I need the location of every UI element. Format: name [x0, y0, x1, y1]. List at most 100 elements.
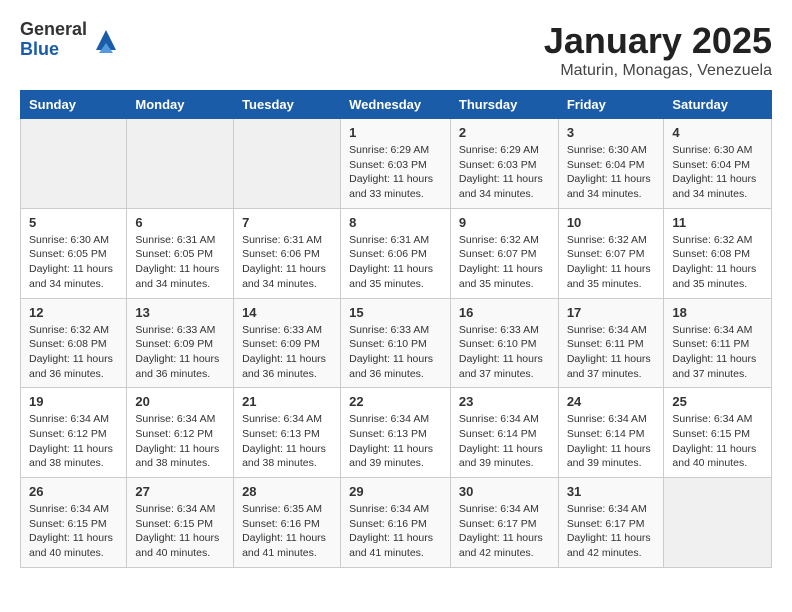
day-number: 6 — [135, 215, 225, 230]
day-cell: 20 Sunrise: 6:34 AM Sunset: 6:12 PM Dayli… — [127, 388, 234, 478]
day-cell: 9Sunrise: 6:32 AM Sunset: 6:07 PM Daylig… — [450, 208, 558, 298]
day-info: Sunrise: 6:34 AM Sunset: 6:17 PM Dayligh… — [459, 502, 550, 561]
day-cell: 10Sunrise: 6:32 AM Sunset: 6:07 PM Dayli… — [558, 208, 664, 298]
day-info: Sunrise: 6:34 AM Sunset: 6:12 PM Dayligh… — [29, 412, 118, 471]
day-info: Sunrise: 6:34 AM Sunset: 6:11 PM Dayligh… — [567, 323, 656, 382]
week-row-4: 19Sunrise: 6:34 AM Sunset: 6:12 PM Dayli… — [21, 388, 772, 478]
logo: General Blue — [20, 20, 121, 60]
weekday-header-saturday: Saturday — [664, 91, 772, 119]
day-cell: 19Sunrise: 6:34 AM Sunset: 6:12 PM Dayli… — [21, 388, 127, 478]
day-cell: 4 Sunrise: 6:30 AM Sunset: 6:04 PM Daylig… — [664, 119, 772, 209]
day-info: Sunrise: 6:31 AM Sunset: 6:06 PM Dayligh… — [349, 233, 442, 292]
location-subtitle: Maturin, Monagas, Venezuela — [544, 62, 772, 80]
day-cell: 29 Sunrise: 6:34 AM Sunset: 6:16 PM Dayli… — [341, 478, 451, 568]
day-number: 1 — [349, 125, 442, 140]
logo-general-text: General — [20, 20, 87, 40]
day-info: Sunrise: 6:30 AM Sunset: 6:04 PM Dayligh… — [567, 143, 656, 202]
day-cell: 28Sunrise: 6:35 AM Sunset: 6:16 PM Dayli… — [234, 478, 341, 568]
day-number: 4 — [672, 125, 763, 140]
day-number: 14 — [242, 305, 332, 320]
day-info: Sunrise: 6:34 AM Sunset: 6:11 PM Dayligh… — [672, 323, 763, 382]
day-cell: 5 Sunrise: 6:30 AM Sunset: 6:05 PM Daylig… — [21, 208, 127, 298]
weekday-header-row: SundayMondayTuesdayWednesdayThursdayFrid… — [21, 91, 772, 119]
day-info: Sunrise: 6:30 AM Sunset: 6:04 PM Dayligh… — [672, 143, 763, 202]
day-number: 8 — [349, 215, 442, 230]
weekday-header-tuesday: Tuesday — [234, 91, 341, 119]
day-number: 10 — [567, 215, 656, 230]
day-info: Sunrise: 6:31 AM Sunset: 6:06 PM Dayligh… — [242, 233, 332, 292]
day-cell: 25 Sunrise: 6:34 AM Sunset: 6:15 PM Dayli… — [664, 388, 772, 478]
day-number: 27 — [135, 484, 225, 499]
day-info: Sunrise: 6:32 AM Sunset: 6:07 PM Dayligh… — [459, 233, 550, 292]
page-header: General Blue January 2025 Maturin, Monag… — [20, 20, 772, 80]
day-info: Sunrise: 6:34 AM Sunset: 6:14 PM Dayligh… — [459, 412, 550, 471]
day-info: Sunrise: 6:33 AM Sunset: 6:09 PM Dayligh… — [242, 323, 332, 382]
week-row-5: 26 Sunrise: 6:34 AM Sunset: 6:15 PM Dayli… — [21, 478, 772, 568]
day-number: 31 — [567, 484, 656, 499]
day-cell: 21 Sunrise: 6:34 AM Sunset: 6:13 PM Dayli… — [234, 388, 341, 478]
day-cell: 13 Sunrise: 6:33 AM Sunset: 6:09 PM Dayli… — [127, 298, 234, 388]
day-cell: 7 Sunrise: 6:31 AM Sunset: 6:06 PM Daylig… — [234, 208, 341, 298]
day-number: 17 — [567, 305, 656, 320]
day-cell: 26Sunrise: 6:34 AM Sunset: 6:15 PM Dayli… — [21, 478, 127, 568]
day-cell: 23 Sunrise: 6:34 AM Sunset: 6:14 PM Dayli… — [450, 388, 558, 478]
day-info: Sunrise: 6:34 AM Sunset: 6:15 PM Dayligh… — [135, 502, 225, 561]
day-number: 2 — [459, 125, 550, 140]
day-number: 7 — [242, 215, 332, 230]
week-row-2: 5 Sunrise: 6:30 AM Sunset: 6:05 PM Daylig… — [21, 208, 772, 298]
day-info: Sunrise: 6:29 AM Sunset: 6:03 PM Dayligh… — [349, 143, 442, 202]
day-info: Sunrise: 6:34 AM Sunset: 6:13 PM Dayligh… — [242, 412, 332, 471]
day-cell: 14 Sunrise: 6:33 AM Sunset: 6:09 PM Dayli… — [234, 298, 341, 388]
day-number: 22 — [349, 394, 442, 409]
day-info: Sunrise: 6:31 AM Sunset: 6:05 PM Dayligh… — [135, 233, 225, 292]
day-number: 12 — [29, 305, 118, 320]
day-cell: 8 Sunrise: 6:31 AM Sunset: 6:06 PM Daylig… — [341, 208, 451, 298]
day-number: 30 — [459, 484, 550, 499]
day-info: Sunrise: 6:33 AM Sunset: 6:10 PM Dayligh… — [459, 323, 550, 382]
day-cell: 17 Sunrise: 6:34 AM Sunset: 6:11 PM Dayli… — [558, 298, 664, 388]
day-cell: 1 Sunrise: 6:29 AM Sunset: 6:03 PM Daylig… — [341, 119, 451, 209]
calendar-table: SundayMondayTuesdayWednesdayThursdayFrid… — [20, 90, 772, 568]
day-number: 26 — [29, 484, 118, 499]
weekday-header-wednesday: Wednesday — [341, 91, 451, 119]
day-cell: 11Sunrise: 6:32 AM Sunset: 6:08 PM Dayli… — [664, 208, 772, 298]
day-cell — [127, 119, 234, 209]
day-info: Sunrise: 6:34 AM Sunset: 6:15 PM Dayligh… — [672, 412, 763, 471]
day-number: 23 — [459, 394, 550, 409]
day-number: 11 — [672, 215, 763, 230]
day-number: 15 — [349, 305, 442, 320]
day-number: 13 — [135, 305, 225, 320]
day-info: Sunrise: 6:32 AM Sunset: 6:08 PM Dayligh… — [29, 323, 118, 382]
month-title: January 2025 — [544, 20, 772, 62]
day-number: 18 — [672, 305, 763, 320]
day-cell: 15 Sunrise: 6:33 AM Sunset: 6:10 PM Dayli… — [341, 298, 451, 388]
weekday-header-sunday: Sunday — [21, 91, 127, 119]
day-cell — [21, 119, 127, 209]
day-info: Sunrise: 6:34 AM Sunset: 6:12 PM Dayligh… — [135, 412, 225, 471]
week-row-3: 12 Sunrise: 6:32 AM Sunset: 6:08 PM Dayli… — [21, 298, 772, 388]
day-cell: 22 Sunrise: 6:34 AM Sunset: 6:13 PM Dayli… — [341, 388, 451, 478]
day-info: Sunrise: 6:34 AM Sunset: 6:14 PM Dayligh… — [567, 412, 656, 471]
weekday-header-friday: Friday — [558, 91, 664, 119]
logo-icon — [91, 25, 121, 55]
day-info: Sunrise: 6:30 AM Sunset: 6:05 PM Dayligh… — [29, 233, 118, 292]
weekday-header-monday: Monday — [127, 91, 234, 119]
day-number: 21 — [242, 394, 332, 409]
day-cell: 2Sunrise: 6:29 AM Sunset: 6:03 PM Daylig… — [450, 119, 558, 209]
day-info: Sunrise: 6:34 AM Sunset: 6:13 PM Dayligh… — [349, 412, 442, 471]
day-number: 29 — [349, 484, 442, 499]
day-number: 24 — [567, 394, 656, 409]
day-info: Sunrise: 6:35 AM Sunset: 6:16 PM Dayligh… — [242, 502, 332, 561]
day-info: Sunrise: 6:34 AM Sunset: 6:16 PM Dayligh… — [349, 502, 442, 561]
day-cell: 16 Sunrise: 6:33 AM Sunset: 6:10 PM Dayli… — [450, 298, 558, 388]
day-number: 16 — [459, 305, 550, 320]
day-cell: 30 Sunrise: 6:34 AM Sunset: 6:17 PM Dayli… — [450, 478, 558, 568]
day-info: Sunrise: 6:33 AM Sunset: 6:09 PM Dayligh… — [135, 323, 225, 382]
weekday-header-thursday: Thursday — [450, 91, 558, 119]
day-info: Sunrise: 6:33 AM Sunset: 6:10 PM Dayligh… — [349, 323, 442, 382]
day-cell — [234, 119, 341, 209]
week-row-1: 1 Sunrise: 6:29 AM Sunset: 6:03 PM Daylig… — [21, 119, 772, 209]
day-number: 20 — [135, 394, 225, 409]
day-number: 25 — [672, 394, 763, 409]
day-number: 5 — [29, 215, 118, 230]
